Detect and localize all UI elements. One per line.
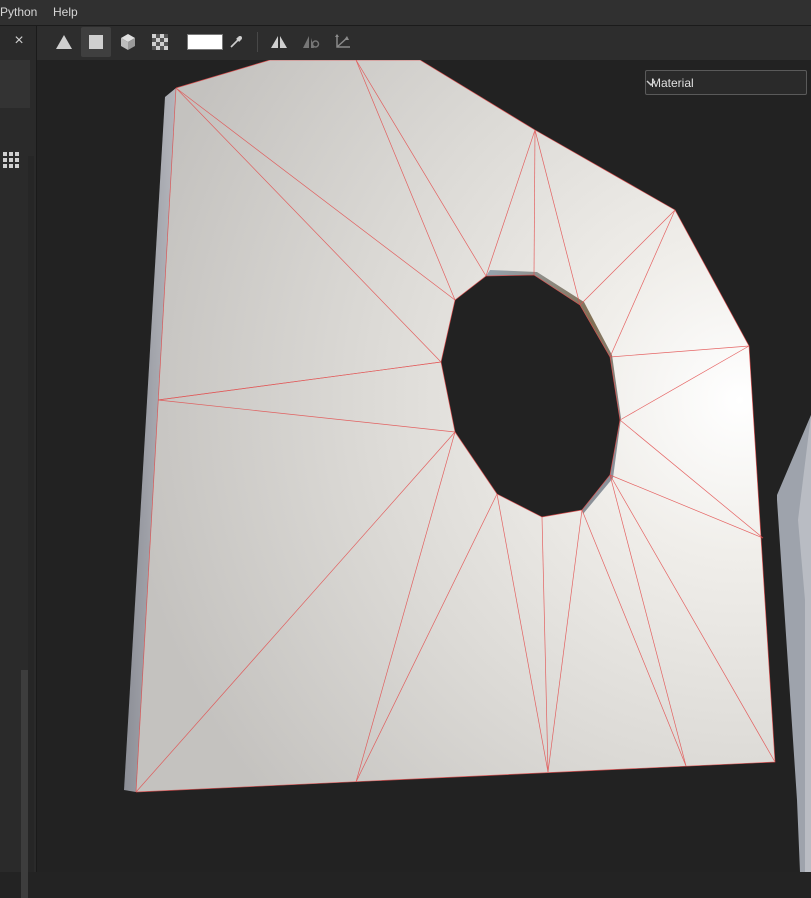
menu-help[interactable]: Help bbox=[53, 0, 78, 25]
symmetry-button[interactable] bbox=[264, 27, 294, 57]
panel-scrollbar-track[interactable] bbox=[28, 156, 34, 872]
chevron-down-icon bbox=[646, 80, 656, 87]
square-icon bbox=[89, 35, 103, 49]
grid-view-icon[interactable] bbox=[2, 151, 20, 169]
mesh-render bbox=[124, 60, 811, 872]
toolbar-separator bbox=[257, 32, 258, 52]
eyedropper-icon bbox=[230, 36, 242, 48]
face-mode-button[interactable] bbox=[81, 27, 111, 57]
menu-bar: Python Help bbox=[0, 0, 811, 26]
left-panel: × bbox=[0, 26, 37, 898]
checker-icon bbox=[152, 34, 168, 50]
mesh-face bbox=[136, 60, 775, 792]
close-icon: × bbox=[14, 32, 24, 49]
menu-python[interactable]: Python bbox=[0, 0, 37, 25]
toolbar bbox=[37, 26, 811, 60]
display-mode-select[interactable]: Material bbox=[645, 70, 807, 95]
texture-mode-button[interactable] bbox=[145, 27, 175, 57]
panel-scrollbar-thumb[interactable] bbox=[21, 670, 28, 898]
panel-header bbox=[0, 60, 30, 108]
eyedropper-button[interactable] bbox=[221, 27, 251, 57]
transform-button[interactable] bbox=[328, 27, 358, 57]
transform-icon bbox=[335, 34, 350, 48]
paint-color-swatch[interactable] bbox=[187, 34, 223, 50]
cube-icon bbox=[121, 34, 135, 50]
display-mode-value: Material bbox=[651, 76, 694, 90]
triangle-icon bbox=[56, 35, 72, 49]
object-mode-button[interactable] bbox=[113, 27, 143, 57]
symmetry-settings-icon bbox=[303, 36, 320, 48]
close-panel-button[interactable]: × bbox=[10, 31, 28, 51]
symmetry-icon bbox=[271, 36, 287, 48]
symmetry-settings-button[interactable] bbox=[296, 27, 326, 57]
triangle-mode-button[interactable] bbox=[49, 27, 79, 57]
3d-viewport[interactable]: Material bbox=[37, 60, 811, 872]
